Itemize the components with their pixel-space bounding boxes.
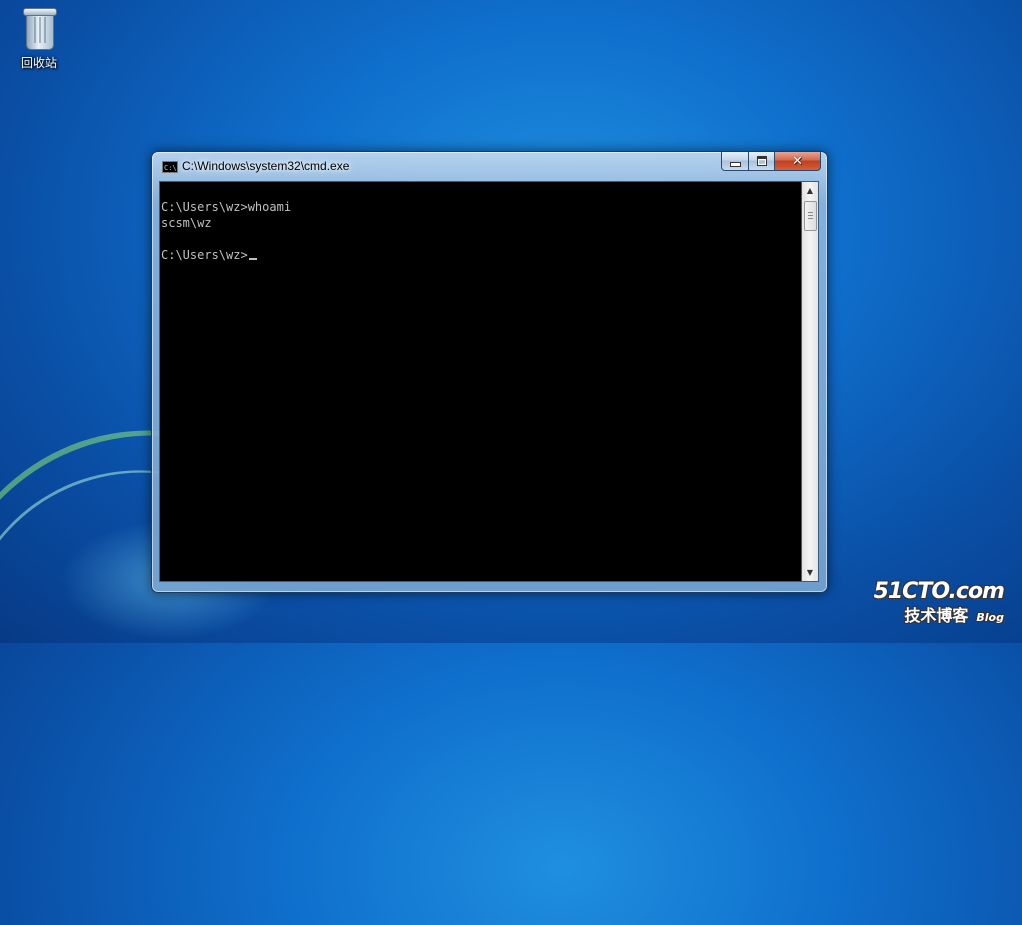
arrow-up-icon: ▲ [806,186,814,195]
watermark-subtitle: 技术博客 Blog [874,605,1004,629]
scroll-up-button[interactable]: ▲ [802,182,818,199]
close-button[interactable]: ✕ [775,152,821,171]
maximize-button[interactable] [749,152,775,171]
scroll-thumb[interactable] [804,201,817,231]
recycle-bin-label: 回收站 [20,56,57,70]
recycle-bin[interactable]: 回收站 [10,6,68,71]
watermark-site: 51CTO.com [873,579,1005,604]
scroll-down-button[interactable]: ▼ [802,564,818,581]
watermark-text: 技术博客 [904,606,969,625]
console-line: scsm\wz [161,216,212,230]
close-icon: ✕ [792,153,803,169]
watermark-logo: 51CTO.com 技术博客 Blog [873,579,1005,629]
cmd-icon[interactable]: C:\ [162,161,178,173]
text-cursor [248,258,257,260]
minimize-button[interactable] [721,152,749,171]
maximize-icon [756,156,767,166]
title-bar[interactable]: C:\ C:\Windows\system32\cmd.exe ✕ [152,152,827,181]
arrow-down-icon: ▼ [806,568,814,577]
cmd-window[interactable]: C:\ C:\Windows\system32\cmd.exe ✕ C:\Use… [151,151,828,593]
console-output[interactable]: C:\Users\wz>whoami scsm\wz C:\Users\wz> [159,181,802,582]
vertical-scrollbar[interactable]: ▲ ▼ [802,181,819,582]
console-line: C:\Users\wz>whoami [161,200,292,214]
console-prompt-line: C:\Users\wz> [161,247,800,263]
console-prompt: C:\Users\wz> [161,248,248,262]
recycle-bin-icon [22,6,57,50]
window-title: C:\Windows\system32\cmd.exe [182,159,350,173]
caption-buttons: ✕ [721,152,821,171]
watermark-blog: Blog [976,611,1004,624]
minimize-icon [729,161,741,167]
